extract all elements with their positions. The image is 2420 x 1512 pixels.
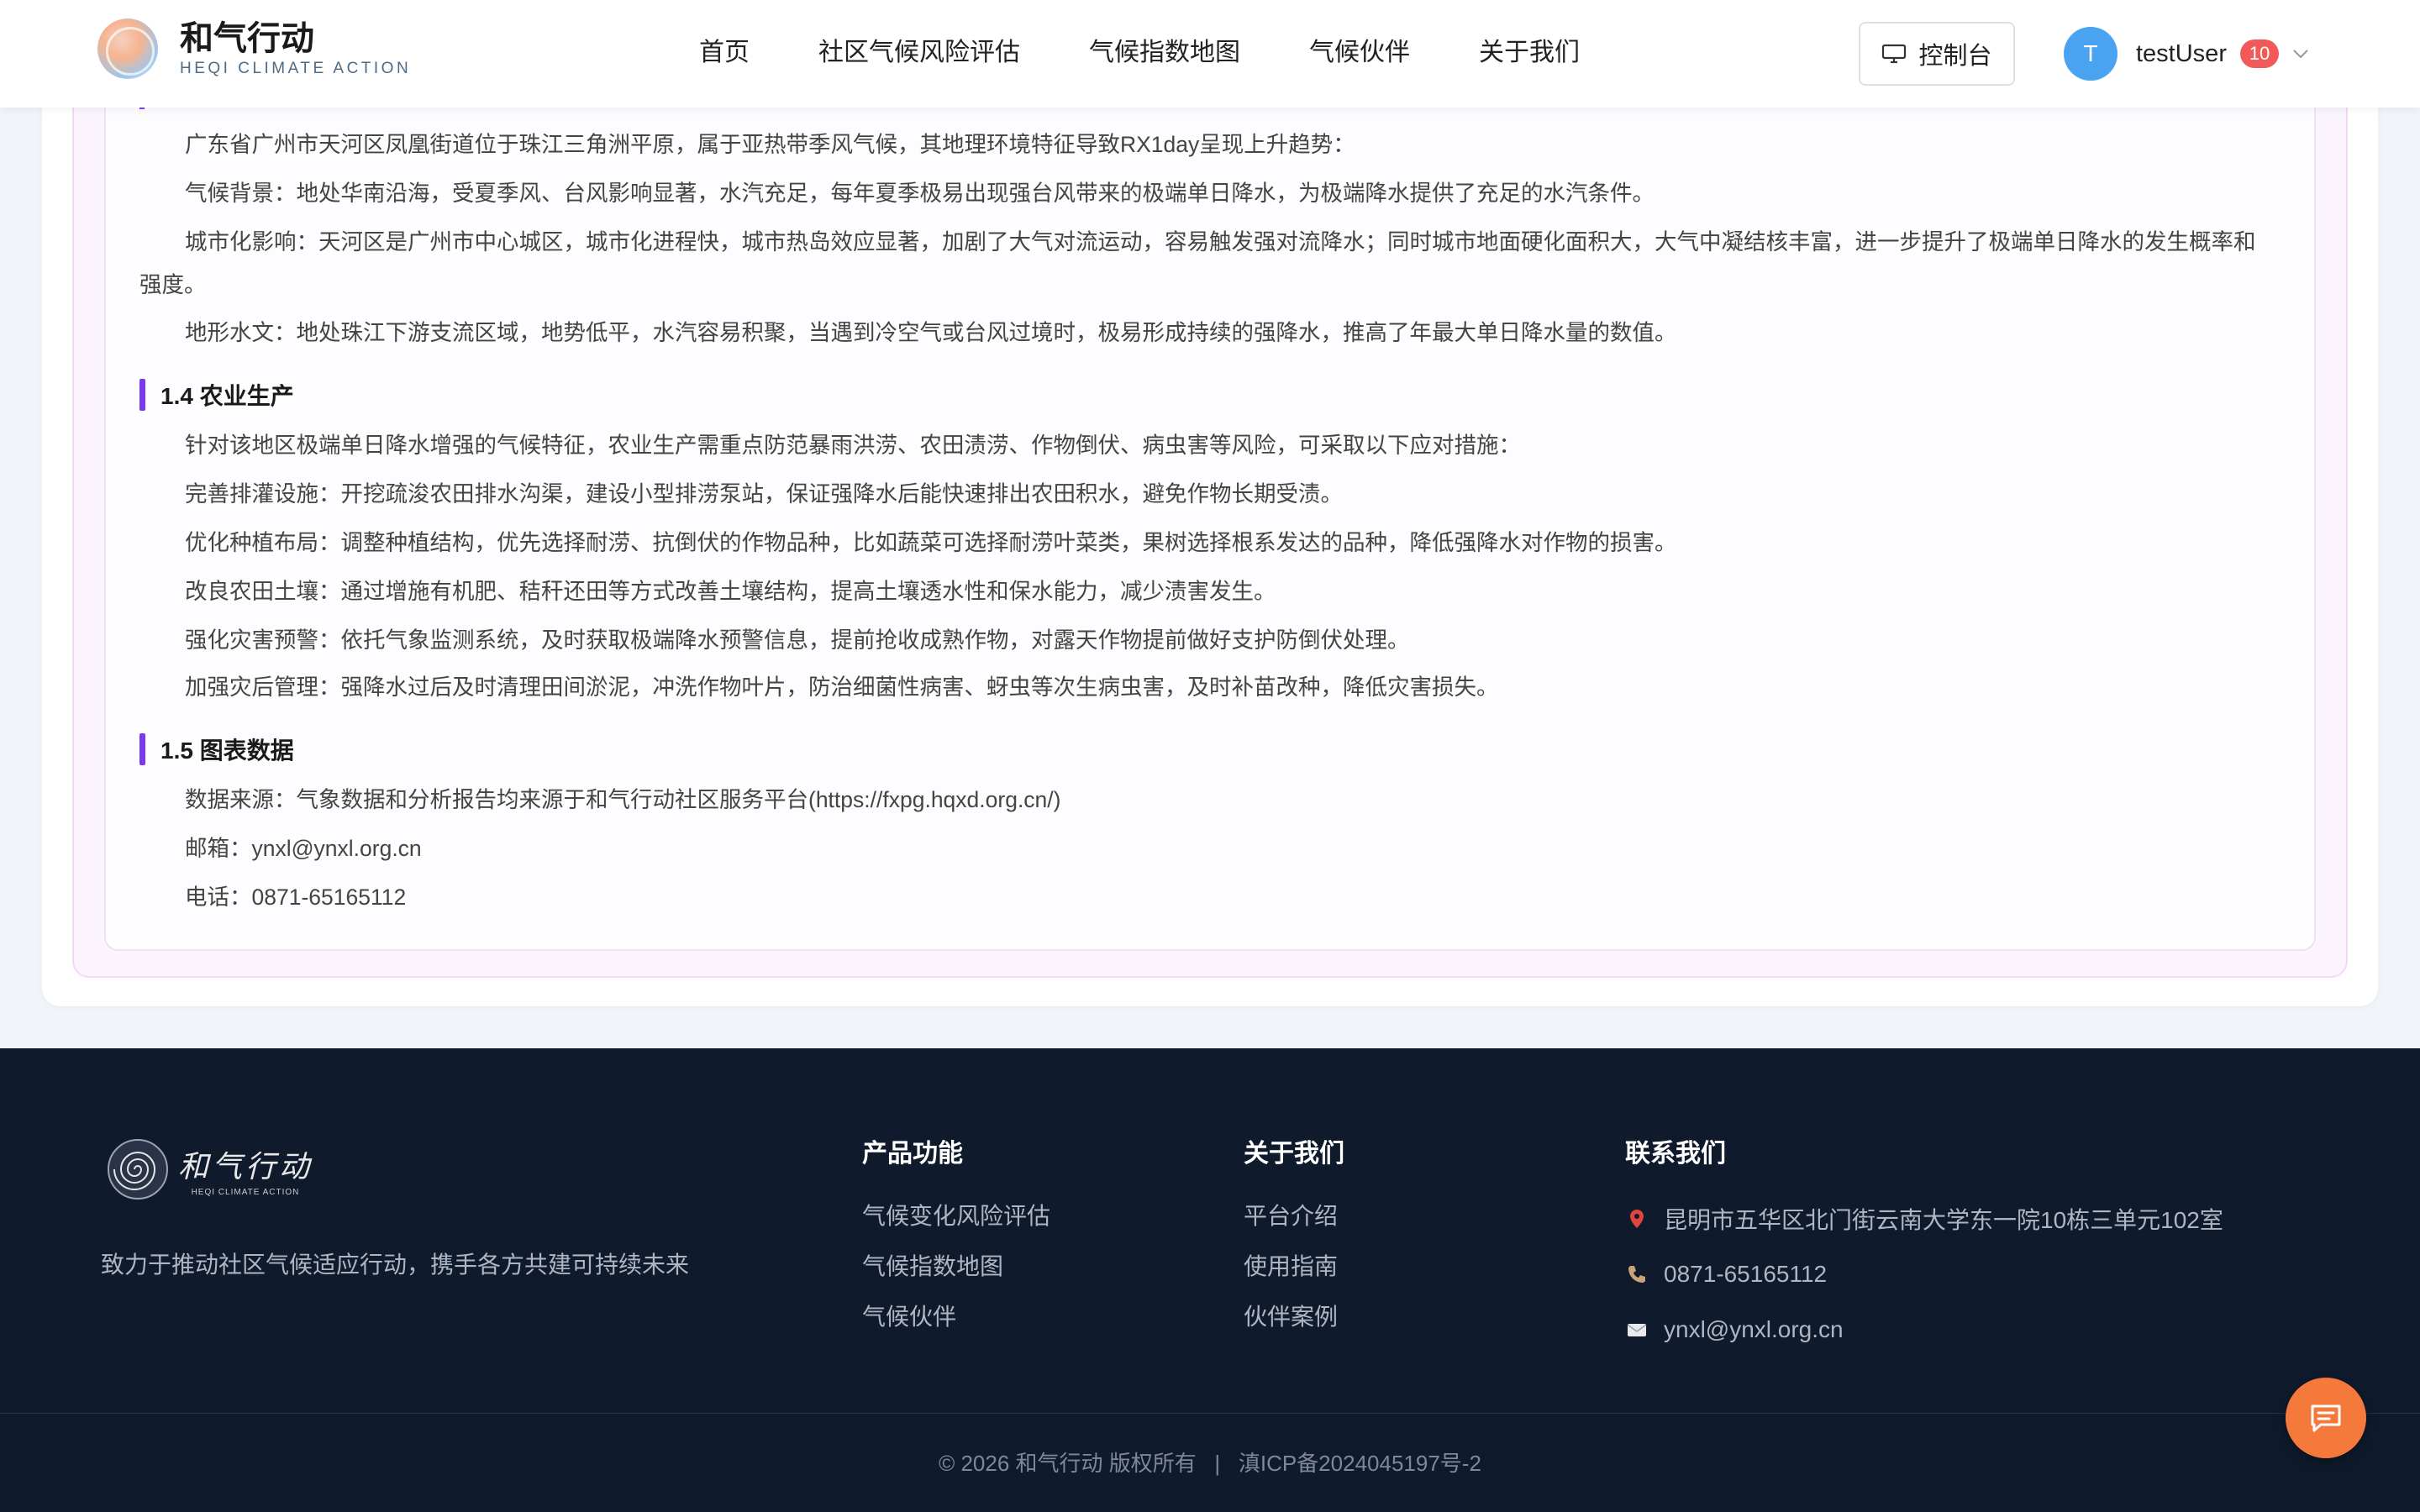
contact-phone: 0871-65165112 xyxy=(1625,1247,2223,1302)
paragraph-agri-intro: 针对该地区极端单日降水增强的气候特征，农业生产需重点防范暴雨洪涝、农田渍涝、作物… xyxy=(185,433,1521,458)
user-menu[interactable]: T testUser 10 xyxy=(2064,27,2309,81)
contact-phone-text: 0871-65165112 xyxy=(1664,1261,1828,1287)
avatar[interactable]: T xyxy=(2064,27,2118,81)
console-label: 控制台 xyxy=(1918,43,1992,70)
logo-text: 和气行动 HEQI CLIMATE ACTION xyxy=(180,19,411,78)
paragraph-climate-background: 气候背景：地处华南沿海，受夏季风、台风影响显著，水汽充足，每年夏季极易出现强台风… xyxy=(185,181,1655,206)
list-item: 完善排灌设施：开挖疏浚农田排水沟渠，建设小型排涝泵站，保证强降水后能快速排出农田… xyxy=(185,481,1343,507)
swirl-logo-icon xyxy=(108,1139,168,1200)
phone-icon xyxy=(1628,1266,1645,1283)
nav-item-risk-assessment[interactable]: 社区气候风险评估 xyxy=(818,35,1020,71)
email-text: 邮箱：ynxl@ynxl.org.cn xyxy=(185,836,422,861)
username[interactable]: testUser xyxy=(2136,40,2227,68)
nav-item-climate-map[interactable]: 气候指数地图 xyxy=(1089,35,1240,71)
footer-link-partners[interactable]: 气候伙伴 xyxy=(862,1292,1050,1342)
logo-emblem-icon xyxy=(97,18,158,79)
logo-subtitle: HEQI CLIMATE ACTION xyxy=(180,60,412,77)
footer-link-platform-intro[interactable]: 平台介绍 xyxy=(1244,1191,1344,1242)
data-source-text: 数据来源：气象数据和分析报告均来源于和气行动社区服务平台(https://fxp… xyxy=(185,787,1061,812)
paragraph-urbanization: 城市化影响：天河区是广州市中心城区，城市化进程快，城市热岛效应显著，加剧了大气对… xyxy=(139,229,2256,297)
section-title: 1.5 图表数据 xyxy=(160,738,294,764)
contact-email: ynxl@ynxl.org.cn xyxy=(1625,1302,2223,1357)
footer-logo[interactable]: 和气行动 HEQI CLIMATE ACTION xyxy=(106,1137,313,1201)
footer-col-about: 关于我们 平台介绍 使用指南 伙伴案例 xyxy=(1244,1132,1344,1342)
location-pin-icon xyxy=(1630,1210,1644,1228)
section-bar xyxy=(139,379,145,411)
section-heading-agriculture: 1.4 农业生产 xyxy=(139,378,294,412)
footer-logo-text: 和气行动 HEQI CLIMATE ACTION xyxy=(178,1142,313,1197)
list-item: 改良农田土壤：通过增施有机肥、秸秆还田等方式改善土壤结构，提高土壤透水性和保水能… xyxy=(185,579,1276,604)
footer-copyright: © 2026 和气行动 版权所有 | 滇ICP备2024045197号-2 xyxy=(939,1451,1481,1476)
nav-item-about[interactable]: 关于我们 xyxy=(1479,35,1580,71)
contact-address: 昆明市五华区北门街云南大学东一院10栋三单元102室 xyxy=(1625,1191,2223,1247)
footer-col-products: 产品功能 气候变化风险评估 气候指数地图 气候伙伴 xyxy=(862,1132,1050,1342)
footer-slogan: 致力于推动社区气候适应行动，携手各方共建可持续未来 xyxy=(101,1252,690,1278)
console-button[interactable]: 控制台 xyxy=(1859,22,2015,86)
contact-email-text: ynxl@ynxl.org.cn xyxy=(1664,1316,1844,1342)
nav-item-home[interactable]: 首页 xyxy=(699,35,750,71)
footer-link-climate-map[interactable]: 气候指数地图 xyxy=(862,1242,1050,1292)
footer-logo-title: 和气行动 xyxy=(178,1149,313,1184)
chat-button[interactable] xyxy=(2286,1378,2366,1458)
mail-icon xyxy=(1627,1324,1647,1336)
section-heading-chart-data: 1.5 图表数据 xyxy=(139,732,294,766)
list-item: 优化种植布局：调整种植结构，优先选择耐涝、抗倒伏的作物品种，比如蔬菜可选择耐涝叶… xyxy=(185,530,1677,555)
section-bar xyxy=(139,733,145,765)
footer-divider xyxy=(0,1413,2420,1414)
main-nav: 首页 社区气候风险评估 气候指数地图 气候伙伴 关于我们 xyxy=(699,35,1649,71)
phone-text: 电话：0871-65165112 xyxy=(185,885,407,910)
footer-col-title: 关于我们 xyxy=(1244,1140,1344,1168)
notification-badge[interactable]: 10 xyxy=(2239,39,2279,68)
contact-address-text: 昆明市五华区北门街云南大学东一院10栋三单元102室 xyxy=(1664,1207,2223,1233)
footer-link-user-guide[interactable]: 使用指南 xyxy=(1244,1242,1344,1292)
chevron-down-icon[interactable] xyxy=(2292,49,2309,59)
nav-item-partners[interactable]: 气候伙伴 xyxy=(1309,35,1410,71)
footer-link-risk-assessment[interactable]: 气候变化风险评估 xyxy=(862,1191,1050,1242)
logo-title: 和气行动 xyxy=(180,20,314,57)
list-item: 强化灾害预警：依托气象监测系统，及时获取极端降水预警信息，提前抢收成熟作物，对露… xyxy=(185,627,1410,653)
site-footer: 和气行动 HEQI CLIMATE ACTION 致力于推动社区气候适应行动，携… xyxy=(0,1048,2420,1512)
footer-col-title: 联系我们 xyxy=(1625,1140,1726,1168)
footer-col-title: 产品功能 xyxy=(862,1140,963,1168)
footer-link-partner-cases[interactable]: 伙伴案例 xyxy=(1244,1292,1344,1342)
monitor-icon xyxy=(1882,44,1907,64)
chat-icon xyxy=(2311,1404,2341,1432)
top-header: 和气行动 HEQI CLIMATE ACTION 首页 社区气候风险评估 气候指… xyxy=(0,0,2420,108)
footer-logo-subtitle: HEQI CLIMATE ACTION xyxy=(191,1187,300,1197)
section-title: 1.4 农业生产 xyxy=(160,383,294,409)
list-item: 加强灾后管理：强降水过后及时清理田间淤泥，冲洗作物叶片，防治细菌性病害、蚜虫等次… xyxy=(185,675,1499,700)
site-logo[interactable]: 和气行动 HEQI CLIMATE ACTION xyxy=(97,18,411,79)
paragraph-intro: 广东省广州市天河区凤凰街道位于珠江三角洲平原，属于亚热带季风气候，其地理环境特征… xyxy=(185,132,1355,157)
paragraph-terrain: 地形水文：地处珠江下游支流区域，地势低平，水汽容易积聚，当遇到冷空气或台风过境时… xyxy=(185,320,1677,345)
footer-col-contact: 联系我们 昆明市五华区北门街云南大学东一院10栋三单元102室 0871-651… xyxy=(1625,1132,2223,1357)
